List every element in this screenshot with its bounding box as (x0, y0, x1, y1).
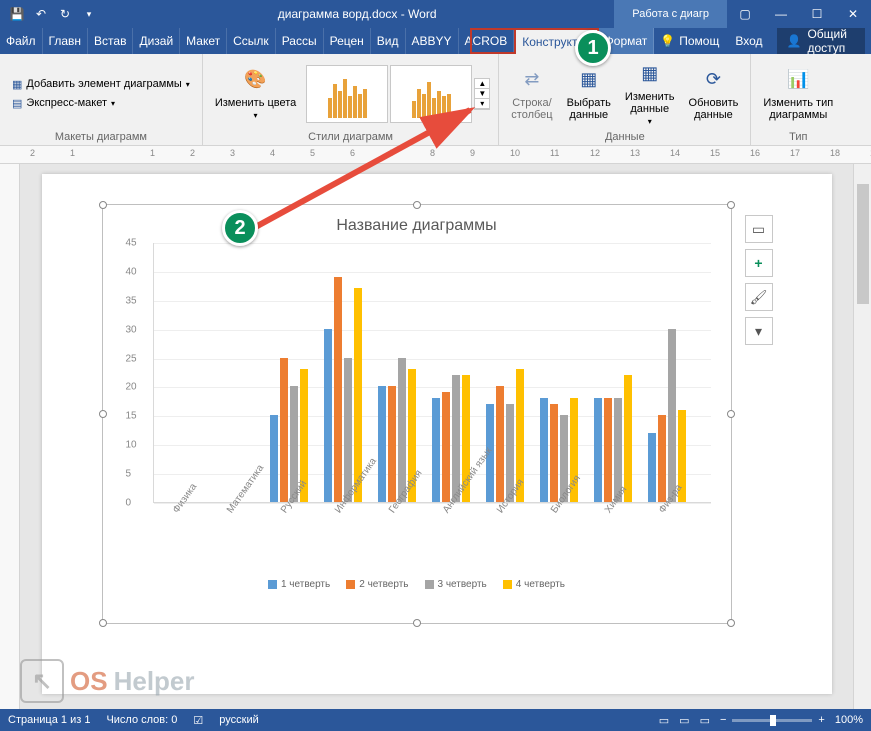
redo-icon[interactable]: ↻ (54, 3, 76, 25)
context-tab-label: Работа с диагр (614, 0, 727, 28)
chart-elements-button[interactable]: + (745, 249, 773, 277)
view-web-icon[interactable]: ▭ (700, 714, 710, 727)
quick-layout-button[interactable]: ▤Экспресс-макет▾ (8, 95, 194, 112)
chart-x-labels: ФизикаМатематикаРусскийИнформатикаГеогра… (153, 503, 711, 573)
tab-layout[interactable]: Макет (180, 28, 227, 54)
share-button[interactable]: 👤Общий доступ (777, 28, 865, 54)
tab-design[interactable]: Дизай (133, 28, 180, 54)
scrollbar-thumb[interactable] (857, 184, 869, 304)
layout-options-button[interactable]: ▭ (745, 215, 773, 243)
window-controls: ▢ — ☐ ✕ (727, 0, 871, 28)
palette-icon: 🎨 (242, 66, 270, 94)
proofing-icon[interactable]: ☑ (193, 714, 203, 727)
layoutopt-icon: ▭ (752, 221, 765, 238)
chart-element-icon: ▦ (12, 78, 22, 91)
zoom-value[interactable]: 100% (835, 714, 863, 726)
annotation-callout-2: 2 (222, 210, 258, 246)
switch-icon: ⇄ (518, 66, 546, 94)
group-chart-layouts: ▦Добавить элемент диаграммы▾ ▤Экспресс-м… (0, 54, 203, 145)
zoom-out-icon[interactable]: − (720, 714, 726, 726)
tell-me[interactable]: 💡Помощ (654, 34, 725, 48)
window-title: диаграмма ворд.docx - Word (100, 7, 614, 21)
minimize-icon[interactable]: — (763, 0, 799, 28)
switch-row-column-button[interactable]: ⇄Строка/ столбец (507, 64, 556, 123)
table-icon: ▦ (575, 66, 603, 94)
tab-abbyy[interactable]: ABBYY (406, 28, 459, 54)
gallery-down-icon[interactable]: ▼ (475, 89, 489, 99)
group-data: ⇄Строка/ столбец ▦Выбрать данные ▦Измени… (499, 54, 751, 145)
status-words[interactable]: Число слов: 0 (106, 714, 177, 726)
group-label: Макеты диаграмм (8, 129, 194, 143)
tab-mailings[interactable]: Рассы (276, 28, 324, 54)
chart-type-icon: 📊 (784, 66, 812, 94)
chart-legend[interactable]: 1 четверть2 четверть3 четверть4 четверть (103, 573, 731, 590)
brush-icon: 🖌 (750, 289, 768, 306)
undo-icon[interactable]: ↶ (30, 3, 52, 25)
annotation-callout-1: 1 (575, 30, 611, 66)
group-label: Тип (759, 129, 837, 143)
maximize-icon[interactable]: ☐ (799, 0, 835, 28)
edit-icon: ▦ (636, 60, 664, 88)
chart-side-controls: ▭ + 🖌 ▾ (745, 215, 773, 345)
group-label: Данные (507, 129, 742, 143)
ribbon-tabs: Файл Главн Встав Дизай Макет Ссылк Рассы… (0, 28, 871, 54)
change-chart-type-button[interactable]: 📊Изменить тип диаграммы (759, 64, 837, 123)
titlebar: 💾 ↶ ↻ ▾ диаграмма ворд.docx - Word Работ… (0, 0, 871, 28)
view-read-icon[interactable]: ▭ (659, 714, 669, 727)
scrollbar-vertical[interactable] (853, 164, 871, 710)
zoom-in-icon[interactable]: + (818, 714, 824, 726)
statusbar: Страница 1 из 1 Число слов: 0 ☑ русский … (0, 709, 871, 731)
ruler-vertical[interactable] (0, 164, 20, 710)
layout-icon: ▤ (12, 97, 22, 110)
tab-review[interactable]: Рецен (324, 28, 371, 54)
chart-styles-button[interactable]: 🖌 (745, 283, 773, 311)
status-language[interactable]: русский (219, 714, 258, 726)
bulb-icon: 💡 (660, 34, 675, 48)
tab-file[interactable]: Файл (0, 28, 43, 54)
chart-filters-button[interactable]: ▾ (745, 317, 773, 345)
ribbon-options-icon[interactable]: ▢ (727, 0, 763, 28)
refresh-data-button[interactable]: ⟳Обновить данные (685, 64, 743, 123)
share-icon: 👤 (787, 34, 802, 48)
watermark: ↖ OS Helper (20, 659, 195, 703)
watermark-logo-icon: ↖ (20, 659, 64, 703)
signin-link[interactable]: Вход (729, 34, 768, 48)
tab-references[interactable]: Ссылк (227, 28, 276, 54)
tab-insert[interactable]: Встав (88, 28, 133, 54)
page: ▭ + 🖌 ▾ Название диаграммы 0510152025303… (42, 174, 832, 694)
select-data-button[interactable]: ▦Выбрать данные (563, 64, 615, 123)
edit-data-button[interactable]: ▦Изменить данные▾ (621, 58, 679, 129)
funnel-icon: ▾ (755, 323, 762, 340)
add-chart-element-button[interactable]: ▦Добавить элемент диаграммы▾ (8, 76, 194, 93)
gallery-up-icon[interactable]: ▲ (475, 79, 489, 89)
chart-plot-area[interactable]: 051015202530354045 (153, 243, 711, 503)
refresh-icon: ⟳ (699, 66, 727, 94)
view-print-icon[interactable]: ▭ (679, 714, 689, 727)
status-page[interactable]: Страница 1 из 1 (8, 714, 90, 726)
save-icon[interactable]: 💾 (6, 3, 28, 25)
tab-home[interactable]: Главн (43, 28, 89, 54)
zoom-control[interactable]: − + (720, 714, 825, 726)
qat-more-icon[interactable]: ▾ (78, 3, 100, 25)
quick-access-toolbar: 💾 ↶ ↻ ▾ (0, 3, 100, 25)
annotation-arrow (230, 100, 490, 250)
zoom-slider[interactable] (732, 719, 812, 722)
group-type: 📊Изменить тип диаграммы Тип (751, 54, 845, 145)
close-icon[interactable]: ✕ (835, 0, 871, 28)
chart-object[interactable]: ▭ + 🖌 ▾ Название диаграммы 0510152025303… (102, 204, 732, 624)
tab-view[interactable]: Вид (371, 28, 406, 54)
